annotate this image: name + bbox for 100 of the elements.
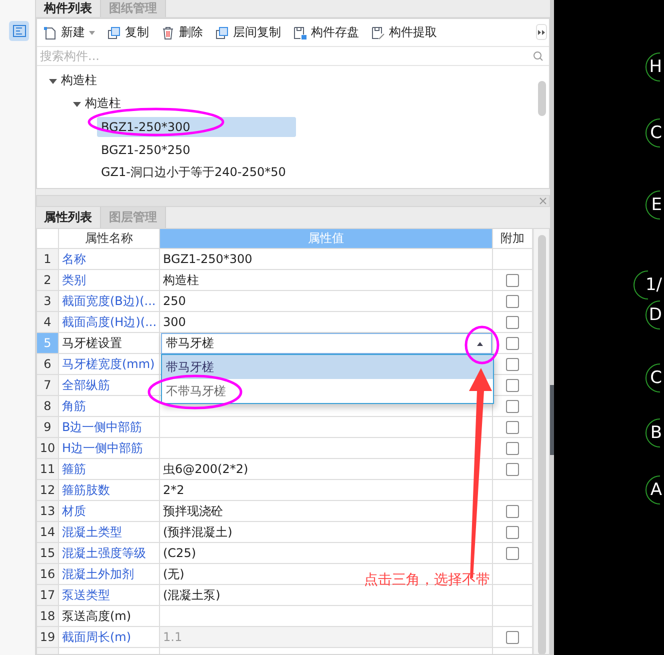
checkbox[interactable]: [506, 274, 519, 286]
tree-item[interactable]: GZ1-洞口边小于等于240-250*50: [97, 162, 290, 182]
scrollbar-thumb[interactable]: [538, 81, 546, 116]
splitter-grip[interactable]: [550, 385, 554, 455]
caret-icon[interactable]: [49, 76, 57, 84]
axis-label: H: [649, 57, 662, 77]
save-icon: [293, 26, 307, 40]
checkbox[interactable]: [506, 358, 519, 370]
checkbox[interactable]: [506, 294, 519, 308]
property-value: (C25): [160, 543, 493, 564]
new-document-icon: [43, 26, 57, 40]
list-view-button[interactable]: [9, 21, 29, 41]
tree-item[interactable]: 构造柱: [57, 70, 101, 90]
property-value: 300: [160, 312, 493, 333]
more-button[interactable]: [536, 24, 547, 40]
tree-item[interactable]: BGZ1-250*300: [97, 116, 296, 136]
toolbar-button[interactable]: 新建: [43, 24, 95, 41]
tree-item[interactable]: BGZ1-250*250: [97, 140, 194, 160]
toolbar-button[interactable]: 构件存盘: [293, 24, 359, 41]
property-name: 混凝土外加剂: [59, 564, 160, 585]
row-number: 9: [37, 417, 59, 438]
copy-icon: [215, 26, 229, 40]
list-icon: [12, 25, 26, 37]
axis-bubble: [644, 300, 660, 330]
row-number: 3: [37, 291, 59, 312]
row-number: 5: [37, 333, 59, 354]
property-name: 混凝土类型: [59, 522, 160, 543]
property-value: 预拌现浇砼: [160, 501, 493, 522]
row-number: 4: [37, 312, 59, 333]
row-number: 18: [37, 606, 59, 627]
row-number: 15: [37, 543, 59, 564]
row-number: 12: [37, 480, 59, 501]
dropdown-field[interactable]: 带马牙槎: [161, 333, 492, 354]
property-name: 截面宽度(B边)(...: [59, 291, 160, 312]
property-name: 全部纵筋: [59, 375, 160, 396]
property-name: 截面周长(m): [59, 627, 160, 648]
axis-label: C: [650, 123, 662, 143]
checkbox[interactable]: [506, 336, 519, 350]
axis-label: C: [650, 368, 662, 388]
toolbar-button[interactable]: 删除: [161, 24, 203, 41]
row-number: 13: [37, 501, 59, 522]
panel-tab[interactable]: 构件列表: [36, 0, 101, 17]
axis-label: B: [650, 423, 662, 443]
axis-label: A: [650, 480, 662, 500]
checkbox[interactable]: [506, 378, 519, 392]
caret-icon[interactable]: [73, 100, 81, 108]
property-value: 构造柱: [160, 270, 493, 291]
column-header: 属性值: [160, 229, 493, 249]
dropdown-value: 带马牙槎: [166, 335, 214, 352]
checkbox[interactable]: [506, 630, 519, 644]
property-value: 2*2: [160, 480, 493, 501]
row-number: 14: [37, 522, 59, 543]
property-name: 箍筋: [59, 459, 160, 480]
property-name: 截面高度(H边)(...: [59, 312, 160, 333]
property-name: 混凝土强度等级: [59, 543, 160, 564]
column-header: 属性名称: [59, 229, 160, 249]
property-name: 箍筋肢数: [59, 480, 160, 501]
search-icon[interactable]: [533, 51, 543, 61]
row-number: 6: [37, 354, 59, 375]
property-name: 材质: [59, 501, 160, 522]
row-number: 7: [37, 375, 59, 396]
toolbar-button[interactable]: 构件提取: [371, 24, 437, 41]
property-name: 泵送高度(m): [59, 606, 160, 627]
panel-tab[interactable]: 属性列表: [36, 207, 101, 228]
row-number: 2: [37, 270, 59, 291]
axis-label: D: [648, 305, 662, 325]
axis-bubble: [644, 190, 660, 220]
scrollbar-thumb[interactable]: [538, 235, 546, 654]
highlight-ellipse: [464, 326, 500, 364]
checkbox[interactable]: [506, 316, 519, 328]
axis-bubble: [644, 52, 660, 82]
axis-label: 1/: [645, 275, 662, 295]
property-value: 250: [160, 291, 493, 312]
checkbox[interactable]: [506, 462, 519, 476]
dropdown-option[interactable]: 带马牙槎: [162, 355, 493, 379]
axis-bubble: [632, 270, 648, 300]
row-number: 10: [37, 438, 59, 459]
axis-bubble: [644, 418, 660, 448]
toolbar-button[interactable]: 层间复制: [215, 24, 281, 41]
checkbox[interactable]: [506, 420, 519, 434]
close-icon[interactable]: [539, 197, 547, 205]
caret-icon: [477, 342, 483, 346]
property-name: 马牙槎宽度(mm): [59, 354, 160, 375]
property-value: 1.1: [160, 627, 493, 648]
dropdown-option[interactable]: 不带马牙槎: [162, 379, 493, 403]
copy-icon: [107, 26, 121, 40]
row-number: 1: [37, 249, 59, 270]
axis-label: E: [651, 195, 662, 215]
checkbox[interactable]: [506, 504, 519, 518]
checkbox[interactable]: [506, 526, 519, 538]
row-number: 8: [37, 396, 59, 417]
checkbox[interactable]: [506, 546, 519, 560]
toolbar-button[interactable]: 复制: [107, 24, 149, 41]
tree-item[interactable]: 构造柱: [81, 94, 125, 114]
checkbox[interactable]: [506, 442, 519, 454]
checkbox[interactable]: [506, 400, 519, 412]
double-arrow-icon: [538, 30, 545, 34]
axis-bubble: [644, 118, 660, 148]
property-name: 类别: [59, 270, 160, 291]
property-name: 马牙槎设置: [59, 333, 160, 354]
